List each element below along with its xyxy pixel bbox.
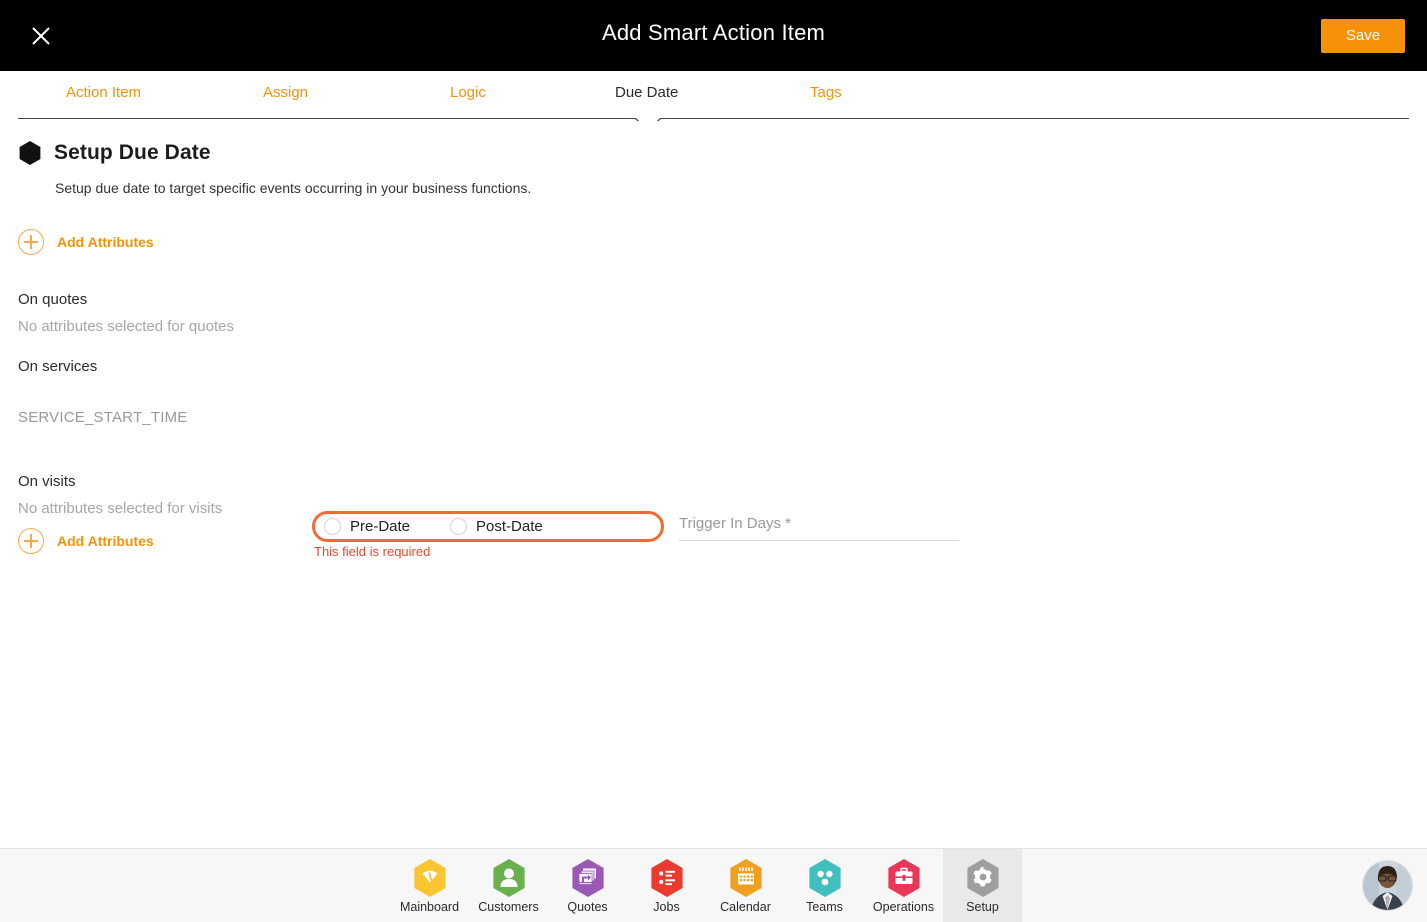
radio-option-post-date[interactable]: Post-Date xyxy=(450,518,543,535)
radio-option-pre-date[interactable]: Pre-Date xyxy=(324,518,410,535)
section-header: Setup Due Date xyxy=(18,140,211,166)
nav-item-teams[interactable]: Teams xyxy=(785,849,864,922)
nav-label-setup: Setup xyxy=(966,899,999,914)
group-title-visits: On visits xyxy=(18,473,76,490)
radio-label-post-date: Post-Date xyxy=(476,518,543,535)
teams-icon xyxy=(807,858,843,898)
nav-label-quotes: Quotes xyxy=(567,899,608,914)
hexagon-icon xyxy=(18,140,42,166)
group-title-quotes: On quotes xyxy=(18,291,88,308)
gear-icon xyxy=(965,858,1001,898)
app-header: Add Smart Action Item Save xyxy=(0,0,1427,71)
mainboard-icon xyxy=(412,858,448,898)
group-title-services: On services xyxy=(18,358,98,375)
nav-item-jobs[interactable]: Jobs xyxy=(627,849,706,922)
save-button[interactable]: Save xyxy=(1321,19,1405,53)
nav-item-calendar[interactable]: Calendar xyxy=(706,849,785,922)
jobs-icon xyxy=(649,858,685,898)
group-empty-visits: No attributes selected for visits xyxy=(18,500,223,517)
bottom-navigation-bar: Mainboard Customers Quotes Jobs Calendar… xyxy=(0,848,1427,922)
tabs-divider xyxy=(18,118,1409,119)
due-date-panel: Setup Due Date Setup due date to target … xyxy=(0,121,1427,848)
section-subtitle: Setup due date to target specific events… xyxy=(55,180,532,196)
date-mode-radio-group[interactable]: Pre-Date Post-Date xyxy=(312,511,664,542)
nav-item-quotes[interactable]: Quotes xyxy=(548,849,627,922)
user-avatar[interactable] xyxy=(1362,860,1413,911)
calendar-icon xyxy=(728,858,764,898)
nav-item-setup[interactable]: Setup xyxy=(943,849,1022,922)
trigger-in-days-input[interactable] xyxy=(679,513,959,541)
radio-circle-pre-date[interactable] xyxy=(324,518,341,535)
radio-label-pre-date: Pre-Date xyxy=(350,518,411,535)
group-empty-quotes: No attributes selected for quotes xyxy=(18,318,234,335)
quotes-icon xyxy=(570,858,606,898)
nav-label-mainboard: Mainboard xyxy=(399,899,460,914)
nav-label-customers: Customers xyxy=(478,899,539,914)
tab-due-date[interactable]: Due Date xyxy=(615,84,678,101)
validation-error-message: This field is required xyxy=(314,544,431,559)
operations-icon xyxy=(886,858,922,898)
trigger-in-days-field xyxy=(679,513,959,541)
nav-label-calendar: Calendar xyxy=(720,899,771,914)
section-title: Setup Due Date xyxy=(54,141,211,164)
page-title: Add Smart Action Item xyxy=(601,20,826,45)
customers-icon xyxy=(491,858,527,898)
nav-item-customers[interactable]: Customers xyxy=(469,849,548,922)
attribute-name-service-start-time: SERVICE_START_TIME xyxy=(18,409,188,426)
radio-circle-post-date[interactable] xyxy=(450,518,468,535)
plus-circle-icon xyxy=(18,229,44,255)
add-attributes-button-bottom[interactable]: Add Attributes xyxy=(18,528,154,554)
nav-label-operations: Operations xyxy=(872,899,935,914)
tab-tags[interactable]: Tags xyxy=(810,84,842,101)
nav-label-jobs: Jobs xyxy=(653,899,680,914)
add-attributes-button-top[interactable]: Add Attributes xyxy=(18,229,154,255)
add-attributes-label: Add Attributes xyxy=(57,533,154,549)
plus-circle-icon xyxy=(18,528,44,554)
nav-item-mainboard[interactable]: Mainboard xyxy=(390,849,469,922)
tab-logic[interactable]: Logic xyxy=(450,84,486,101)
wizard-tabs: Action Item Assign Logic Due Date Tags xyxy=(0,71,1427,131)
add-attributes-label: Add Attributes xyxy=(57,234,154,250)
tab-assign[interactable]: Assign xyxy=(263,84,308,101)
nav-label-teams: Teams xyxy=(806,899,843,914)
tab-action-item[interactable]: Action Item xyxy=(66,84,141,101)
nav-item-operations[interactable]: Operations xyxy=(864,849,943,922)
